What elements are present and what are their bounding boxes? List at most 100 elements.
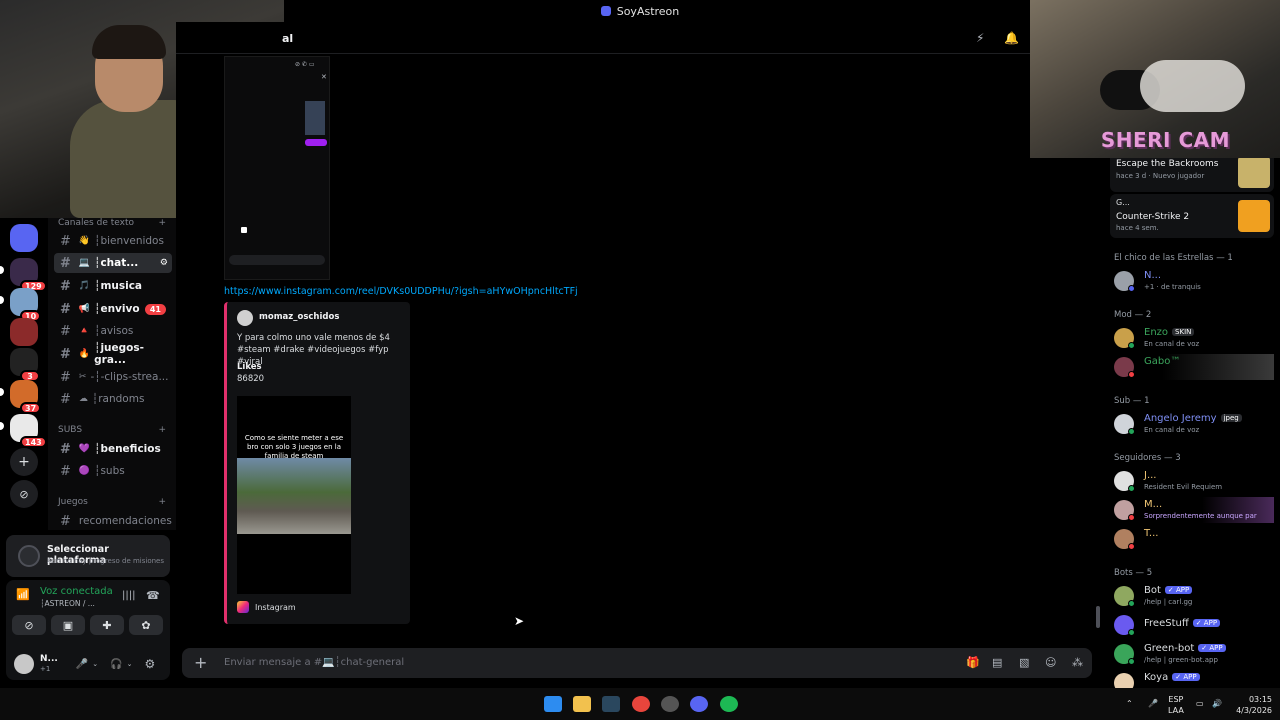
language-indicator[interactable]: ESP LAA bbox=[1168, 694, 1184, 716]
member-item[interactable]: Angelo Jeremy jpeg En canal de voz bbox=[1114, 411, 1274, 437]
emoji-icon[interactable]: ☺ bbox=[1045, 656, 1056, 669]
category-subs[interactable]: SUBS + bbox=[58, 425, 166, 435]
channel-item[interactable]: # 🔺 ┆avisos bbox=[54, 321, 172, 341]
channel-emoji: 👋 bbox=[78, 236, 91, 246]
add-channel-icon[interactable]: + bbox=[158, 425, 166, 435]
member-item[interactable]: Bot ✓ APP /help | carl.gg bbox=[1114, 583, 1274, 609]
member-item[interactable]: T... bbox=[1114, 526, 1274, 552]
server-icon[interactable]: 3 bbox=[10, 348, 40, 382]
scrollbar[interactable] bbox=[1096, 606, 1100, 628]
gear-icon[interactable]: ⚙ bbox=[144, 657, 155, 671]
member-item[interactable]: Green-bot ✓ APP /help | green-bot.app bbox=[1114, 641, 1274, 667]
disconnect-icon[interactable]: ☎ bbox=[146, 589, 160, 602]
message-input[interactable]: Enviar mensaje a #💻┆chat-general bbox=[224, 657, 404, 668]
member-item[interactable]: N... +1 · de tranquis bbox=[1114, 268, 1274, 294]
channel-emoji: ☁ bbox=[78, 394, 88, 404]
microphone-icon[interactable]: 🎤 bbox=[1148, 698, 1158, 709]
app-tag: ✓ APP bbox=[1198, 644, 1226, 652]
add-server-icon[interactable]: + bbox=[10, 448, 38, 476]
server-icon[interactable]: 129 bbox=[10, 258, 47, 292]
threads-icon[interactable]: ⚡ bbox=[976, 31, 984, 45]
clock[interactable]: 03:15 4/3/2026 bbox=[1234, 694, 1272, 716]
member-item[interactable]: M... Sorprendentemente aunque par bbox=[1114, 497, 1274, 523]
screenshot-attachment[interactable]: ⊘ ✆ ▭ ✕ bbox=[224, 56, 330, 280]
chrome-icon[interactable] bbox=[632, 696, 650, 712]
server-icon[interactable]: 10 bbox=[10, 288, 42, 322]
member-item[interactable]: J... Resident Evil Requiem bbox=[1114, 468, 1274, 494]
user-status: +1 bbox=[40, 665, 51, 673]
windows-start-icon[interactable] bbox=[544, 696, 562, 712]
category-text-channels[interactable]: Canales de texto + bbox=[58, 218, 166, 228]
sticker-icon[interactable]: ▧ bbox=[1019, 656, 1029, 669]
channel-item[interactable]: # 💜 ┆beneficios bbox=[54, 439, 172, 459]
signal-icon: 📶 bbox=[16, 588, 30, 601]
server-icon[interactable] bbox=[10, 224, 38, 252]
server-icon[interactable] bbox=[10, 318, 38, 346]
server-icon[interactable]: 37 bbox=[10, 380, 42, 414]
gift-icon[interactable]: 🎁 bbox=[966, 656, 980, 669]
bell-icon[interactable]: 🔔 bbox=[1004, 31, 1019, 45]
channel-item[interactable]: # 📢 ┆envivo 41 bbox=[54, 299, 172, 319]
server-icon[interactable]: 143 bbox=[10, 414, 47, 448]
member-section-title: Bots — 5 bbox=[1114, 568, 1153, 578]
file-explorer-icon[interactable] bbox=[573, 696, 591, 712]
member-item[interactable]: Koya ✓ APP bbox=[1114, 670, 1274, 688]
apps-icon[interactable]: ⁂ bbox=[1072, 656, 1083, 669]
network-icon[interactable]: ▭ bbox=[1196, 698, 1204, 709]
microphone-icon[interactable]: 🎤 bbox=[76, 659, 88, 670]
screen-share-button[interactable]: ▣ bbox=[51, 615, 85, 635]
voice-channel[interactable]: ┆ASTREON / ... bbox=[40, 599, 95, 608]
channel-item-selected[interactable]: # 💻 ┆chat... ⚙ bbox=[54, 253, 172, 273]
spotify-icon[interactable] bbox=[720, 696, 738, 712]
channel-item[interactable]: # 👋 ┆bienvenidos bbox=[54, 231, 172, 251]
discover-icon[interactable]: ⊘ bbox=[10, 480, 38, 508]
message-composer[interactable]: + Enviar mensaje a #💻┆chat-general 🎁 ▤ ▧… bbox=[182, 648, 1092, 678]
add-attachment-icon[interactable]: + bbox=[194, 653, 207, 672]
chevron-down-icon[interactable]: ⌄ bbox=[92, 660, 98, 668]
gif-icon[interactable]: ▤ bbox=[992, 656, 1002, 669]
category-games[interactable]: Juegos + bbox=[58, 497, 166, 507]
steam-icon[interactable] bbox=[602, 696, 620, 712]
activity-meta: hace 3 d · Nuevo jugador bbox=[1116, 172, 1205, 180]
channel-item[interactable]: # recomendaciones bbox=[54, 511, 172, 531]
embed-author[interactable]: momaz_oschidos bbox=[259, 312, 339, 322]
activities-button[interactable]: ✚ bbox=[90, 615, 124, 635]
channel-item[interactable]: # 🟣 ┆subs bbox=[54, 461, 172, 481]
channel-emoji: 💻 bbox=[78, 258, 91, 268]
discord-icon[interactable] bbox=[690, 696, 708, 712]
obs-icon[interactable] bbox=[661, 696, 679, 712]
channel-item[interactable]: # 🎵 ┆musica bbox=[54, 276, 172, 296]
embed-video-thumbnail[interactable]: Como se siente meter a ese bro con solo … bbox=[237, 396, 351, 594]
close-icon: ✕ bbox=[321, 73, 327, 81]
noise-suppression-icon[interactable]: |||| bbox=[122, 590, 135, 601]
app-tag: ✓ APP bbox=[1172, 673, 1200, 681]
channel-item[interactable]: # 🔥 ┆juegos-gra... bbox=[54, 342, 172, 366]
headphones-icon[interactable]: 🎧 bbox=[110, 659, 122, 670]
member-name: Enzo bbox=[1144, 327, 1169, 338]
activity-card[interactable]: Escape the Backrooms hace 3 d · Nuevo ju… bbox=[1110, 158, 1274, 192]
chevron-down-icon[interactable]: ⌄ bbox=[127, 660, 133, 668]
member-status: /help | green-bot.app bbox=[1144, 656, 1218, 664]
member-item[interactable]: Gabo™ bbox=[1114, 354, 1274, 380]
chevron-up-icon[interactable]: ⌃ bbox=[1126, 698, 1133, 709]
add-channel-icon[interactable]: + bbox=[158, 218, 166, 228]
taskbar: ⌃ 🎤 ESP LAA ▭ 🔊 03:15 4/3/2026 bbox=[0, 688, 1280, 720]
add-channel-icon[interactable]: + bbox=[158, 497, 166, 507]
channel-item[interactable]: # ✂ -┆-clips-strea... bbox=[54, 367, 172, 387]
activity-card[interactable]: G... Counter-Strike 2 hace 4 sem. bbox=[1110, 194, 1274, 238]
category-label: Juegos bbox=[58, 497, 88, 507]
soundboard-button[interactable]: ✿ bbox=[129, 615, 163, 635]
camera-off-button[interactable]: ⊘ bbox=[12, 615, 46, 635]
settings-icon[interactable]: ⚙ bbox=[160, 258, 168, 268]
channel-item[interactable]: # ☁ ┆randoms bbox=[54, 389, 172, 409]
channel-emoji: 🔺 bbox=[78, 326, 91, 336]
member-name: M... bbox=[1144, 499, 1163, 510]
member-item[interactable]: Enzo SKIN En canal de voz bbox=[1114, 325, 1274, 351]
volume-icon[interactable]: 🔊 bbox=[1212, 698, 1222, 709]
avatar[interactable] bbox=[14, 654, 34, 674]
instagram-link[interactable]: https://www.instagram.com/reel/DVKs0UDDP… bbox=[224, 286, 578, 297]
server-badge: 143 bbox=[20, 436, 47, 448]
quest-panel[interactable]: Seleccionar plataforma Aún no hay progre… bbox=[6, 535, 170, 577]
member-item[interactable]: FreeStuff ✓ APP bbox=[1114, 612, 1274, 638]
member-name: T... bbox=[1144, 528, 1159, 539]
